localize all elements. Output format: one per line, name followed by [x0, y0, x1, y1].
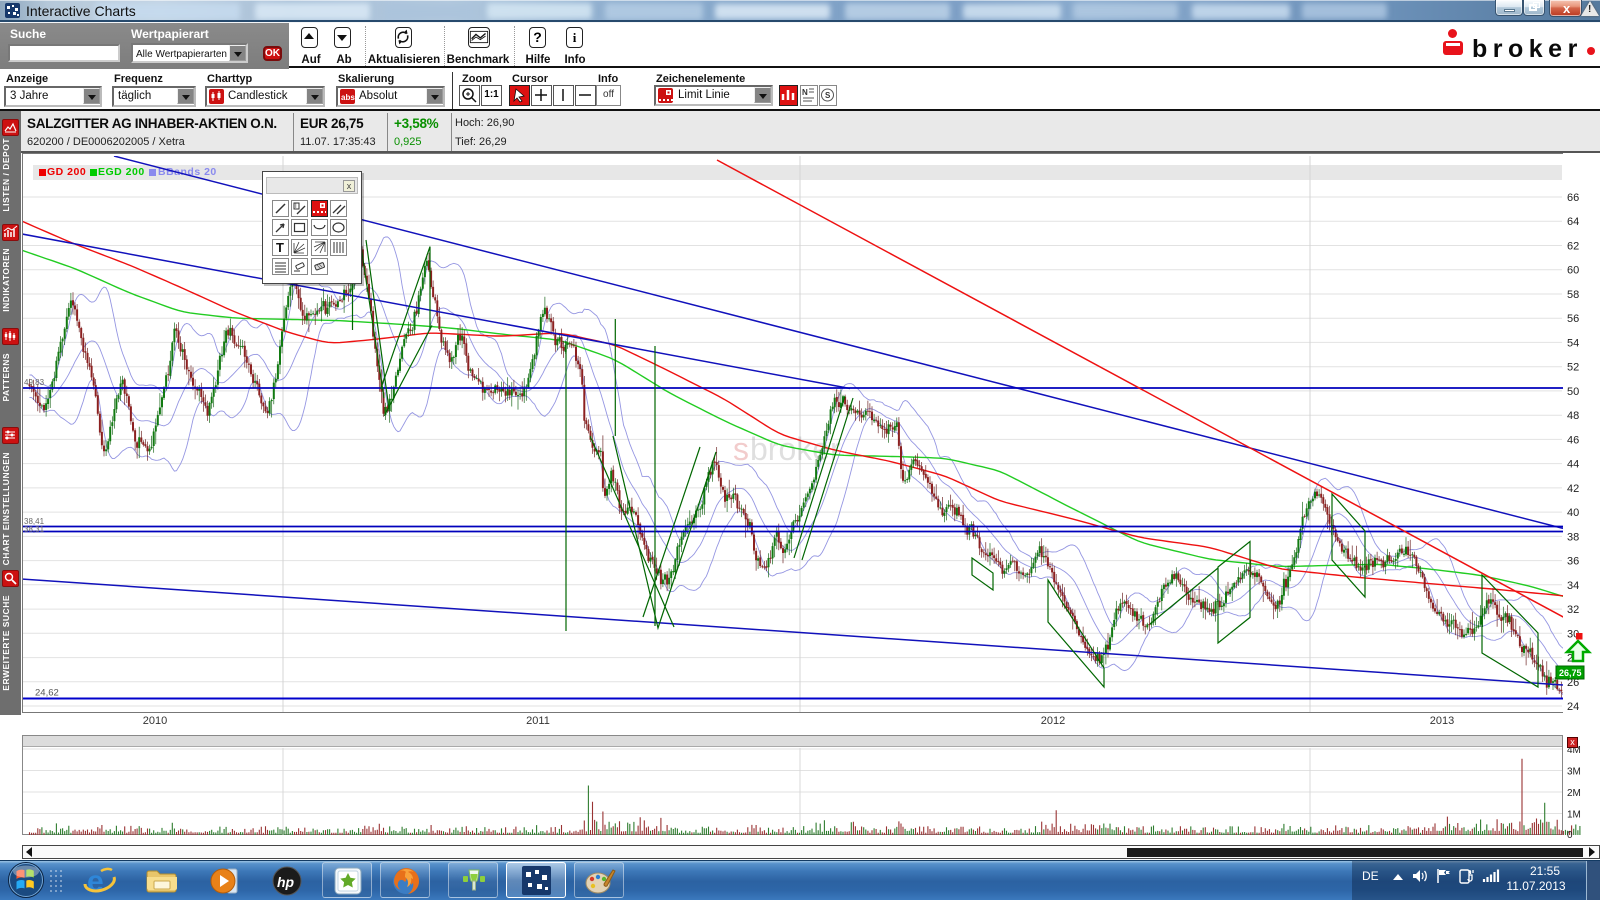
svg-text:58: 58: [1567, 289, 1579, 301]
svg-text:60: 60: [1567, 265, 1579, 277]
svg-text:2013: 2013: [1430, 715, 1454, 727]
svg-text:46: 46: [1567, 434, 1579, 446]
svg-text:hp: hp: [277, 874, 295, 890]
svg-text:32: 32: [1567, 604, 1579, 616]
svg-text:2012: 2012: [1041, 715, 1065, 727]
svg-text:54: 54: [1567, 337, 1579, 349]
svg-text:26,75: 26,75: [1559, 668, 1582, 678]
svg-text:50: 50: [1567, 386, 1579, 398]
svg-text:T: T: [276, 240, 284, 255]
svg-text:24: 24: [1567, 701, 1579, 713]
svg-text:62: 62: [1567, 241, 1579, 253]
svg-text:2010: 2010: [143, 715, 167, 727]
svg-text:34: 34: [1567, 580, 1579, 592]
svg-text:3M: 3M: [1567, 767, 1581, 778]
svg-text:42: 42: [1567, 483, 1579, 495]
svg-text:0: 0: [1567, 830, 1573, 841]
svg-text:2011: 2011: [526, 715, 550, 727]
svg-text:52: 52: [1567, 362, 1579, 374]
svg-text:66: 66: [1567, 192, 1579, 204]
svg-text:1M: 1M: [1567, 810, 1581, 821]
svg-text:36: 36: [1567, 556, 1579, 568]
svg-text:2M: 2M: [1567, 788, 1581, 799]
svg-text:38: 38: [1567, 531, 1579, 543]
svg-text:40: 40: [1567, 507, 1579, 519]
svg-text:56: 56: [1567, 313, 1579, 325]
svg-text:48: 48: [1567, 410, 1579, 422]
svg-text:44: 44: [1567, 459, 1579, 471]
svg-text:64: 64: [1567, 216, 1579, 228]
